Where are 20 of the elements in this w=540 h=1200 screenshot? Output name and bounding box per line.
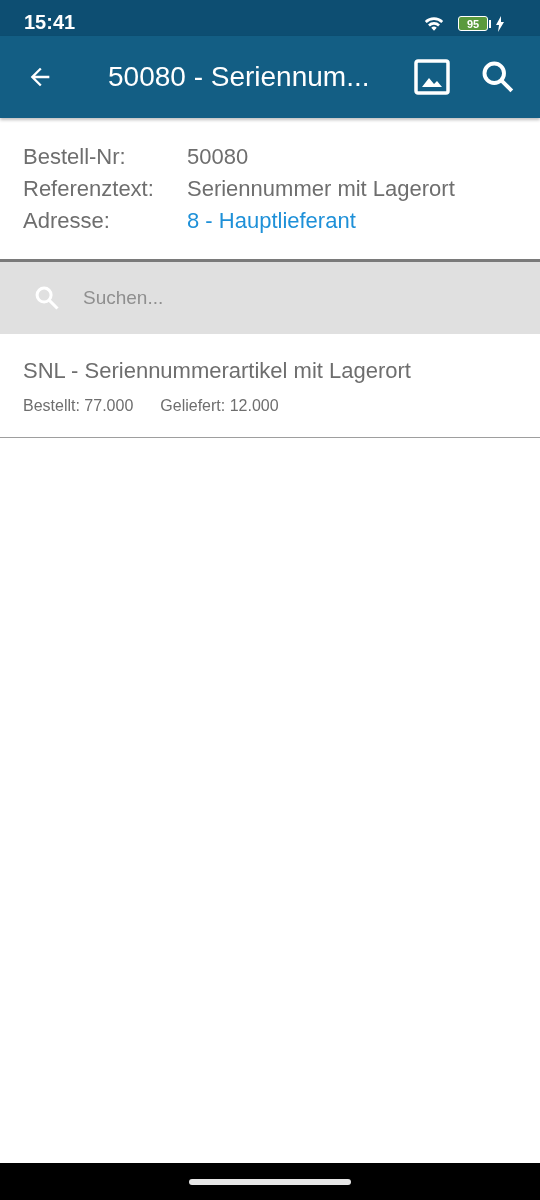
field-label: Bestell-Nr: <box>23 143 127 171</box>
ordered-quantity: Bestellt: 77.000 <box>23 397 134 415</box>
image-icon[interactable] <box>414 59 450 95</box>
home-indicator[interactable] <box>189 1178 351 1185</box>
search-icon[interactable] <box>480 59 516 95</box>
clock: 15:41 <box>24 11 76 35</box>
field-value: 50080 <box>187 143 249 171</box>
list-item[interactable]: SNL - Seriennummerartikel mit Lagerort Bestellt: 77.000 Geliefert: 12.000 <box>0 334 540 438</box>
item-title: SNL - Seriennummerartikel mit Lagerort <box>23 358 412 384</box>
address-link[interactable]: 8 - Hauptlieferant <box>187 206 356 235</box>
delivered-quantity: Geliefert: 12.000 <box>160 397 279 415</box>
search-icon <box>33 284 61 312</box>
charging-icon <box>496 15 504 32</box>
search-field[interactable]: Suchen... <box>81 286 465 310</box>
battery-icon: 95 <box>458 16 488 31</box>
field-label: Adresse: <box>23 207 111 235</box>
screen-title: 50080 - Seriennum... <box>108 61 371 93</box>
field-value: Seriennummer mit Lagerort <box>187 175 455 203</box>
field-label: Referenztext: <box>23 175 155 203</box>
wifi-icon <box>423 15 445 32</box>
